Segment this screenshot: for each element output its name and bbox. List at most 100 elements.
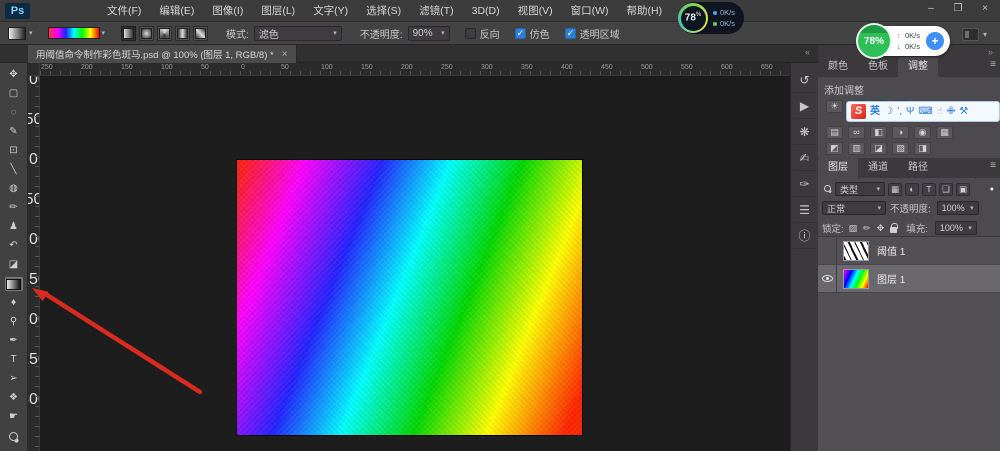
move-tool[interactable]: ✥ xyxy=(5,68,23,82)
lock-transparent-pixels-icon[interactable]: ▨ xyxy=(849,224,858,233)
minimize-button[interactable]: – xyxy=(922,3,940,14)
filter-toggle-icon[interactable]: ● xyxy=(990,186,996,193)
channel-mixer-icon[interactable]: ▦ xyxy=(936,126,953,139)
color-tab[interactable]: 颜色 xyxy=(818,57,858,77)
layer-thumbnail[interactable] xyxy=(843,269,869,289)
actions-panel-icon[interactable]: ▶ xyxy=(793,93,817,119)
channels-tab[interactable]: 通道 xyxy=(858,158,898,178)
filter-pixel-layers-icon[interactable]: ▦ xyxy=(888,183,902,196)
network-monitor-green[interactable]: 78% ↑0K/s ↓0K/s + xyxy=(858,26,950,56)
punctuation-icon[interactable]: ’, xyxy=(897,107,902,117)
layer-row-layer1[interactable]: 图层 1 xyxy=(818,265,1000,293)
eyedropper-tool[interactable]: ╲ xyxy=(5,163,23,177)
diamond-gradient-button[interactable] xyxy=(193,26,208,41)
menu-item[interactable]: 视图(V) xyxy=(509,0,562,22)
rectangular-marquee-tool[interactable]: ▢ xyxy=(5,87,23,101)
spot-healing-brush-tool[interactable]: ◍ xyxy=(5,182,23,196)
menu-item[interactable]: 窗口(W) xyxy=(562,0,618,22)
posterize-icon[interactable]: ▥ xyxy=(848,142,865,155)
vibrance-icon[interactable]: ▤ xyxy=(826,126,843,139)
lasso-tool[interactable]: ◌ xyxy=(5,106,23,120)
photo-filter-icon[interactable]: ◉ xyxy=(914,126,931,139)
gradient-preview[interactable] xyxy=(48,27,100,39)
menu-item[interactable]: 帮助(H) xyxy=(618,0,672,22)
english-mode-icon[interactable]: 英 xyxy=(870,107,880,117)
panel-menu-icon[interactable]: ≡ xyxy=(990,59,996,70)
custom-shape-tool[interactable]: ❖ xyxy=(5,391,23,405)
visibility-toggle[interactable] xyxy=(818,237,837,265)
zoom-tool[interactable] xyxy=(5,429,23,443)
visibility-toggle[interactable] xyxy=(818,265,837,293)
document-tab[interactable]: 用阈值命令制作彩色斑马.psd @ 100% (图层 1, RGB/8) * × xyxy=(28,45,297,63)
brightness-contrast-icon[interactable]: ☀ xyxy=(826,100,843,113)
menu-item[interactable]: 选择(S) xyxy=(357,0,410,22)
layer-opacity-select[interactable]: 100% ▾ xyxy=(937,201,979,215)
black-white-icon[interactable]: ◑ xyxy=(892,126,909,139)
lock-image-pixels-icon[interactable]: ✏ xyxy=(863,224,871,233)
workspace-switcher[interactable]: ▾ xyxy=(962,28,987,41)
chevron-down-icon[interactable]: ▾ xyxy=(102,29,106,37)
close-icon[interactable]: × xyxy=(282,49,288,60)
selective-color-icon[interactable]: ◨ xyxy=(914,142,931,155)
filter-adjustment-layers-icon[interactable]: ◐ xyxy=(905,183,919,196)
radial-gradient-button[interactable] xyxy=(139,26,154,41)
brush-tool[interactable]: ✏ xyxy=(5,201,23,215)
blur-tool[interactable]: ♦ xyxy=(5,296,23,310)
type-tool[interactable]: T xyxy=(5,353,23,367)
pen-tool[interactable]: ✒ xyxy=(5,334,23,348)
hue-saturation-icon[interactable]: ∞ xyxy=(848,126,865,139)
layer-blend-mode-select[interactable]: 正常 ▾ xyxy=(822,201,886,215)
history-panel-icon[interactable]: ↺ xyxy=(793,67,817,93)
network-monitor-dark[interactable]: 78% 0K/s 0K/s xyxy=(678,2,744,34)
collapse-panels-icon[interactable]: « xyxy=(805,47,810,57)
filter-smart-objects-icon[interactable]: ▣ xyxy=(956,183,970,196)
hand-tool[interactable]: ☛ xyxy=(5,410,23,424)
skin-icon[interactable]: ✙ xyxy=(947,107,955,117)
quick-selection-tool[interactable]: ✎ xyxy=(5,125,23,139)
swatches-tab[interactable]: 色板 xyxy=(858,57,898,77)
angle-gradient-button[interactable] xyxy=(157,26,172,41)
opacity-select[interactable]: 90% ▾ xyxy=(408,26,450,41)
reflected-gradient-button[interactable] xyxy=(175,26,190,41)
menu-item[interactable]: 3D(D) xyxy=(463,0,509,22)
menu-item[interactable]: 编辑(E) xyxy=(150,0,203,22)
canvas-image[interactable] xyxy=(237,160,582,435)
menu-item[interactable]: 滤镜(T) xyxy=(410,0,462,22)
info-panel-icon[interactable]: ⓘ xyxy=(793,223,817,249)
filter-type-select[interactable]: 类型 ▾ xyxy=(835,182,885,196)
toolbox-icon[interactable]: ⚒ xyxy=(959,107,968,117)
path-selection-tool[interactable]: ➢ xyxy=(5,372,23,386)
layer-row-threshold[interactable]: 阈值 1 xyxy=(818,237,1000,265)
threshold-icon[interactable]: ◪ xyxy=(870,142,887,155)
half-moon-icon[interactable]: ☽ xyxy=(884,107,893,117)
expand-panels-icon[interactable]: » xyxy=(988,47,993,57)
reverse-checkbox[interactable]: 反向 xyxy=(465,26,500,41)
clone-source-panel-icon[interactable]: ✍ xyxy=(793,145,817,171)
crop-tool[interactable]: ⊡ xyxy=(5,144,23,158)
brush-settings-panel-icon[interactable]: ❋ xyxy=(793,119,817,145)
fill-select[interactable]: 100% ▾ xyxy=(935,221,977,235)
close-button[interactable]: × xyxy=(976,3,994,14)
invert-icon[interactable]: ◩ xyxy=(826,142,843,155)
history-brush-tool[interactable]: ↶ xyxy=(5,239,23,253)
restore-button[interactable]: ❐ xyxy=(949,3,967,14)
menu-item[interactable]: 文字(Y) xyxy=(304,0,357,22)
layer-thumbnail[interactable] xyxy=(843,241,869,261)
character-panel-icon[interactable]: ☰ xyxy=(793,197,817,223)
panel-menu-icon[interactable]: ≡ xyxy=(990,160,996,171)
mic-icon[interactable]: Ψ xyxy=(906,107,914,117)
gradient-map-icon[interactable]: ▧ xyxy=(892,142,909,155)
linear-gradient-button[interactable] xyxy=(121,26,136,41)
eraser-tool[interactable]: ◪ xyxy=(5,258,23,272)
blend-mode-select[interactable]: 滤色 ▾ xyxy=(254,26,342,41)
transparency-checkbox[interactable]: 透明区域 xyxy=(565,26,620,41)
lock-all-icon[interactable] xyxy=(890,227,897,233)
lock-position-icon[interactable]: ✥ xyxy=(877,224,885,233)
menu-item[interactable]: 图层(L) xyxy=(252,0,304,22)
dither-checkbox[interactable]: 仿色 xyxy=(515,26,550,41)
tool-presets-panel-icon[interactable]: ✑ xyxy=(793,171,817,197)
layers-tab[interactable]: 图层 xyxy=(818,158,858,178)
soft-keyboard-icon[interactable]: ⌨ xyxy=(918,107,932,117)
filter-type-layers-icon[interactable]: T xyxy=(922,183,936,196)
handwriting-icon[interactable]: ☝ xyxy=(937,107,943,117)
